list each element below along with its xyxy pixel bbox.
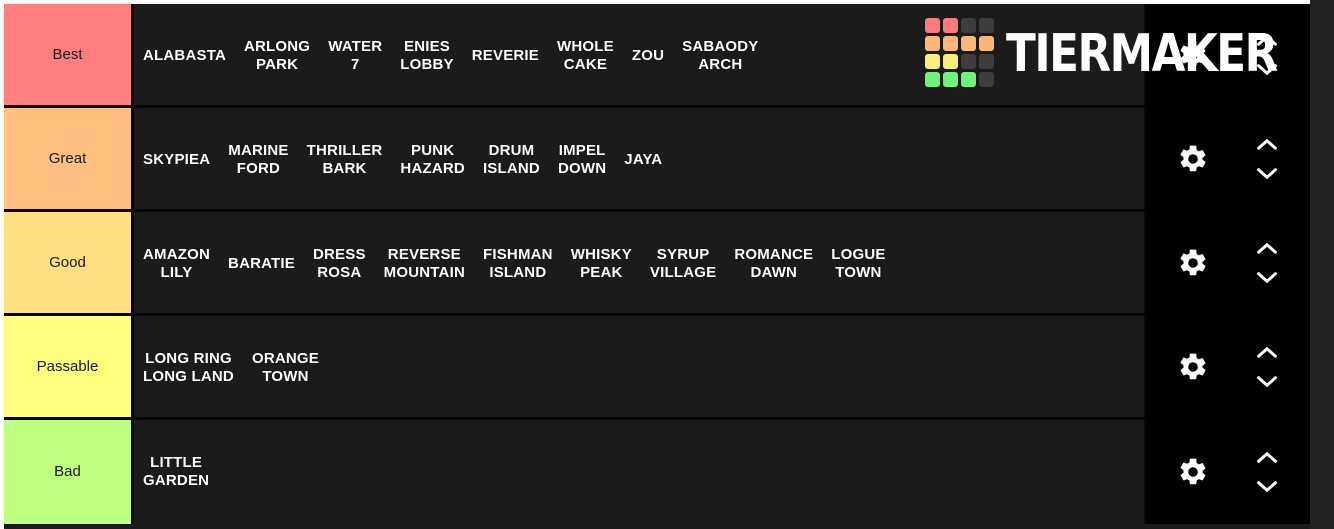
tier-item[interactable]: ARLONG PARK <box>234 4 320 105</box>
row-reorder-arrows <box>1254 233 1280 293</box>
chevron-up-icon[interactable] <box>1254 33 1280 48</box>
chevron-down-icon[interactable] <box>1254 374 1280 389</box>
tier-row: Best ALABASTA ARLONG PARK WATER 7 ENIES LOBB… <box>4 4 1310 108</box>
tier-item[interactable]: ROMANCE DAWN <box>725 212 823 313</box>
tier-item[interactable]: DRUM ISLAND <box>473 108 549 209</box>
tier-item[interactable]: REVERSE MOUNTAIN <box>374 212 474 313</box>
tierlist-app: Best ALABASTA ARLONG PARK WATER 7 ENIES LOBB… <box>0 0 1334 529</box>
tier-list: Best ALABASTA ARLONG PARK WATER 7 ENIES LOBB… <box>4 4 1310 524</box>
tier-items-container[interactable]: AMAZON LILY BARATIE DRESS ROSA REVERSE MOUN… <box>134 212 1144 313</box>
tier-items-container[interactable]: LONG RING LONG LAND ORANGE TOWN <box>134 316 1144 417</box>
tier-item[interactable]: MARINE FORD <box>219 108 298 209</box>
tier-item[interactable]: SKYPIEA <box>134 108 220 209</box>
tier-row: Good AMAZON LILY BARATIE DRESS ROSA REVERSE … <box>4 212 1310 316</box>
gear-icon[interactable] <box>1176 246 1210 280</box>
tier-row: Passable LONG RING LONG LAND ORANGE TOWN <box>4 316 1310 420</box>
tier-label-best[interactable]: Best <box>4 4 134 105</box>
tier-row-controls <box>1144 420 1310 524</box>
tier-item[interactable]: ZOU <box>622 4 674 105</box>
tier-items-container[interactable]: LITTLE GARDEN <box>134 420 1144 524</box>
tier-item[interactable]: WHISKY PEAK <box>561 212 641 313</box>
tier-label-passable[interactable]: Passable <box>4 316 134 417</box>
tier-item[interactable]: JAYA <box>615 108 672 209</box>
chevron-down-icon[interactable] <box>1254 62 1280 77</box>
tier-item[interactable]: ENIES LOBBY <box>391 4 463 105</box>
gear-icon[interactable] <box>1176 455 1210 489</box>
tier-item[interactable]: ALABASTA <box>134 4 235 105</box>
tier-item[interactable]: LITTLE GARDEN <box>134 420 219 524</box>
gear-icon[interactable] <box>1176 142 1210 176</box>
tier-item[interactable]: FISHMAN ISLAND <box>473 212 562 313</box>
tier-row: Great SKYPIEA MARINE FORD THRILLER BARK PUNK… <box>4 108 1310 212</box>
tier-item[interactable]: PUNK HAZARD <box>391 108 474 209</box>
chevron-down-icon[interactable] <box>1254 479 1280 494</box>
chevron-down-icon[interactable] <box>1254 270 1280 285</box>
row-reorder-arrows <box>1254 129 1280 189</box>
chevron-up-icon[interactable] <box>1254 450 1280 465</box>
tier-item[interactable]: LONG RING LONG LAND <box>134 316 243 417</box>
tier-item[interactable]: DRESS ROSA <box>303 212 375 313</box>
chevron-up-icon[interactable] <box>1254 241 1280 256</box>
page-gutter-right <box>1310 0 1334 529</box>
tier-item[interactable]: SABAODY ARCH <box>673 4 768 105</box>
tier-row-controls <box>1144 212 1310 313</box>
tier-row-controls <box>1144 108 1310 209</box>
tier-row-controls <box>1144 4 1310 105</box>
tier-item[interactable]: IMPEL DOWN <box>548 108 616 209</box>
tier-item[interactable]: BARATIE <box>219 212 304 313</box>
row-reorder-arrows <box>1254 442 1280 502</box>
tier-item[interactable]: ORANGE TOWN <box>242 316 329 417</box>
tier-item[interactable]: SYRUP VILLAGE <box>640 212 726 313</box>
chevron-up-icon[interactable] <box>1254 137 1280 152</box>
tier-item[interactable]: REVERIE <box>462 4 549 105</box>
tier-label-bad[interactable]: Bad <box>4 420 134 524</box>
tier-row: Bad LITTLE GARDEN <box>4 420 1310 524</box>
gear-icon[interactable] <box>1176 38 1210 72</box>
tier-row-controls <box>1144 316 1310 417</box>
tier-items-container[interactable]: ALABASTA ARLONG PARK WATER 7 ENIES LOBBY REV… <box>134 4 1144 105</box>
chevron-up-icon[interactable] <box>1254 345 1280 360</box>
tier-label-great[interactable]: Great <box>4 108 134 209</box>
tier-item[interactable]: THRILLER BARK <box>297 108 392 209</box>
chevron-down-icon[interactable] <box>1254 166 1280 181</box>
tier-label-good[interactable]: Good <box>4 212 134 313</box>
tier-item[interactable]: AMAZON LILY <box>134 212 220 313</box>
tier-items-container[interactable]: SKYPIEA MARINE FORD THRILLER BARK PUNK HAZA… <box>134 108 1144 209</box>
tier-item[interactable]: WATER 7 <box>319 4 392 105</box>
tier-item[interactable]: WHOLE CAKE <box>548 4 623 105</box>
tier-item[interactable]: LOGUE TOWN <box>822 212 895 313</box>
gear-icon[interactable] <box>1176 350 1210 384</box>
row-reorder-arrows <box>1254 25 1280 85</box>
row-reorder-arrows <box>1254 337 1280 397</box>
